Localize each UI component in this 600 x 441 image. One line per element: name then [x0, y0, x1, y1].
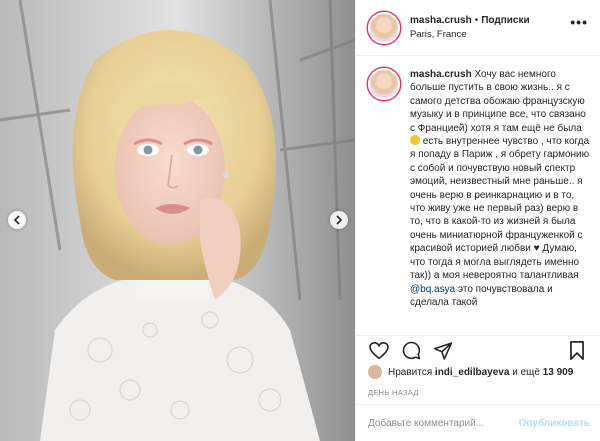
caption-avatar[interactable] — [368, 68, 400, 100]
comment-input[interactable] — [368, 417, 519, 429]
next-photo-button[interactable] — [330, 211, 348, 229]
bookmark-icon — [570, 341, 584, 360]
heart-icon — [369, 341, 389, 359]
more-options-icon[interactable]: ••• — [570, 14, 588, 30]
avatar[interactable] — [368, 11, 400, 44]
liker-avatar[interactable] — [368, 365, 382, 379]
add-comment-bar: Опубликовать — [356, 404, 600, 441]
share-button[interactable] — [432, 340, 454, 362]
chevron-right-icon — [336, 215, 343, 225]
like-button[interactable] — [368, 340, 390, 362]
comment-button[interactable] — [400, 340, 422, 362]
smiley-emoji-icon — [410, 135, 420, 146]
mention-link[interactable]: @bq.asya — [410, 284, 455, 295]
post-sidebar: masha.crush • Подписки Paris, France ••• m… — [355, 0, 600, 441]
location-link[interactable]: Paris, France — [410, 28, 530, 42]
caption-part-2: есть внутреннее чувство , что когда я по… — [410, 136, 590, 282]
separator-dot: • — [474, 14, 479, 26]
action-bar — [356, 335, 600, 365]
liker-username[interactable]: indi_edilbayeva — [435, 367, 509, 378]
header-info: masha.crush • Подписки Paris, France — [410, 14, 530, 42]
caption-username[interactable]: masha.crush — [410, 69, 472, 80]
post-photo[interactable] — [0, 0, 355, 441]
caption-text: masha.crush Хочу вас немного больше пуст… — [410, 68, 590, 330]
save-button[interactable] — [566, 340, 588, 362]
publish-button[interactable]: Опубликовать — [519, 418, 590, 429]
post-date[interactable]: ДЕНЬ НАЗАД — [368, 388, 419, 397]
likes-prefix: Нравится — [388, 366, 433, 378]
likes-middle: и ещё — [512, 366, 540, 378]
comments-area: masha.crush Хочу вас немного больше пуст… — [356, 56, 600, 330]
follow-button[interactable]: Подписки — [481, 15, 529, 26]
likes-count[interactable]: 13 909 — [543, 367, 574, 378]
portrait-image — [0, 0, 355, 441]
likes-summary: Нравится indi_edilbayeva и ещё 13 909 — [368, 365, 590, 379]
previous-photo-button[interactable] — [8, 211, 26, 229]
instagram-post: masha.crush • Подписки Paris, France ••• m… — [0, 0, 600, 441]
share-icon — [433, 341, 452, 360]
comment-icon — [402, 341, 420, 360]
username-link[interactable]: masha.crush — [410, 15, 472, 26]
post-header: masha.crush • Подписки Paris, France ••• — [356, 0, 600, 56]
chevron-left-icon — [13, 215, 20, 225]
